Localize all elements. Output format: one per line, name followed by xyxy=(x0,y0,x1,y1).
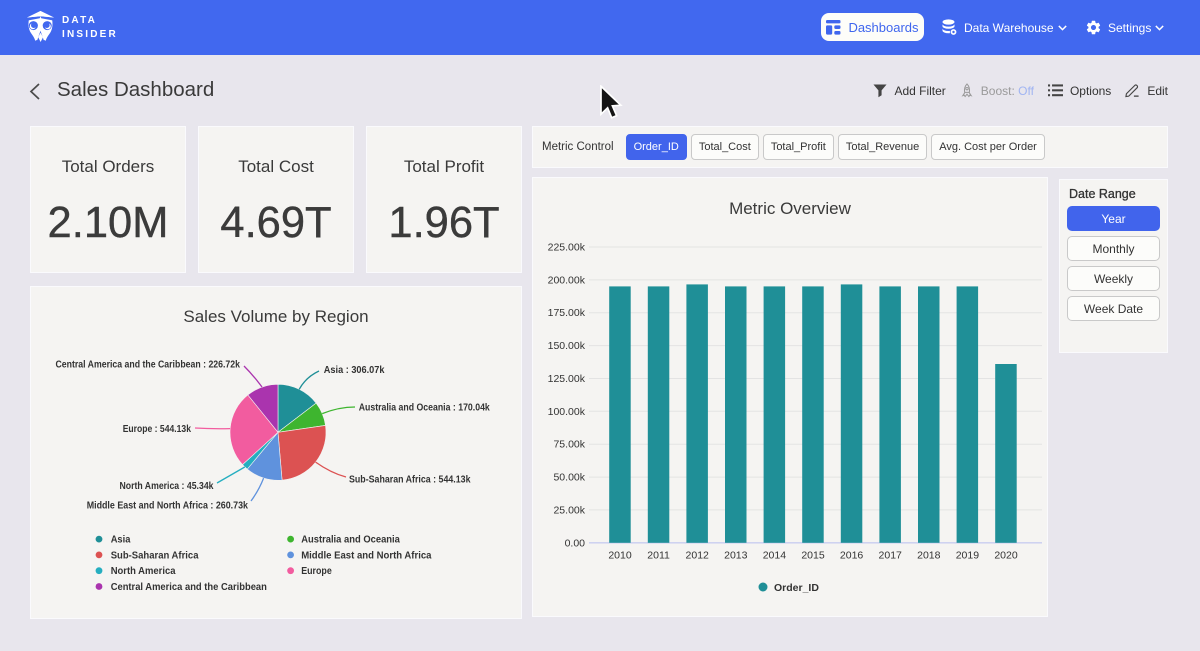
svg-text:North America: North America xyxy=(111,565,176,577)
svg-text:Asia: Asia xyxy=(111,534,131,546)
svg-text:50.00k: 50.00k xyxy=(553,472,585,484)
svg-text:Central America and the Caribb: Central America and the Caribbean : 226.… xyxy=(56,360,241,371)
svg-text:Middle East and North Africa: Middle East and North Africa xyxy=(301,549,431,561)
svg-text:2017: 2017 xyxy=(879,550,903,562)
svg-text:2018: 2018 xyxy=(917,550,941,562)
svg-text:2010: 2010 xyxy=(608,550,632,562)
svg-text:25.00k: 25.00k xyxy=(553,504,585,516)
svg-text:2011: 2011 xyxy=(647,550,670,562)
svg-text:Sub-Saharan Africa : 544.13k: Sub-Saharan Africa : 544.13k xyxy=(349,474,471,485)
svg-text:75.00k: 75.00k xyxy=(553,439,585,451)
svg-text:Australia and Oceania: Australia and Oceania xyxy=(301,534,400,546)
svg-text:North America : 45.34k: North America : 45.34k xyxy=(120,481,214,492)
svg-text:Sales Volume by Region: Sales Volume by Region xyxy=(183,307,368,326)
svg-text:Asia : 306.07k: Asia : 306.07k xyxy=(324,365,385,376)
svg-text:175.00k: 175.00k xyxy=(548,307,586,319)
svg-text:2012: 2012 xyxy=(686,550,710,562)
svg-text:225.00k: 225.00k xyxy=(548,242,586,254)
svg-text:150.00k: 150.00k xyxy=(548,340,586,352)
svg-text:Metric Overview: Metric Overview xyxy=(729,199,852,218)
svg-text:Europe: Europe xyxy=(301,565,332,577)
svg-text:100.00k: 100.00k xyxy=(548,406,586,418)
svg-text:2016: 2016 xyxy=(840,550,864,562)
svg-text:0.00: 0.00 xyxy=(565,537,586,549)
svg-text:Sub-Saharan Africa: Sub-Saharan Africa xyxy=(111,549,199,561)
svg-text:2014: 2014 xyxy=(763,550,787,562)
svg-text:Central America and the Caribb: Central America and the Caribbean xyxy=(111,581,267,593)
svg-text:200.00k: 200.00k xyxy=(548,274,586,286)
svg-text:2019: 2019 xyxy=(956,550,980,562)
svg-text:2013: 2013 xyxy=(724,550,748,562)
svg-text:Australia and Oceania : 170.04: Australia and Oceania : 170.04k xyxy=(359,402,490,413)
svg-text:Order_ID: Order_ID xyxy=(774,582,819,594)
svg-text:125.00k: 125.00k xyxy=(548,373,586,385)
svg-text:2015: 2015 xyxy=(801,550,825,562)
svg-text:Middle East and North Africa :: Middle East and North Africa : 260.73k xyxy=(87,501,249,512)
svg-text:Europe : 544.13k: Europe : 544.13k xyxy=(123,424,192,435)
svg-text:2020: 2020 xyxy=(994,550,1018,562)
